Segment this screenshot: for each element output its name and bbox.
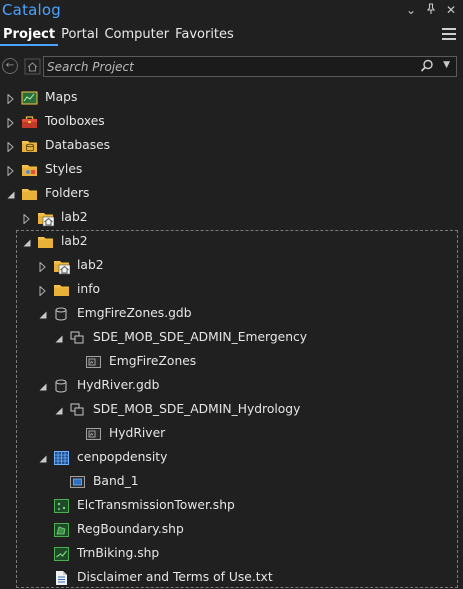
search-input[interactable] — [47, 58, 407, 75]
close-icon[interactable]: ✕ — [445, 3, 457, 18]
search-icon[interactable] — [420, 59, 434, 76]
tree-item-folders[interactable]: Folders — [0, 184, 463, 204]
collapse-arrow-icon[interactable] — [6, 189, 16, 199]
tree-item-label: TrnBiking.shp — [77, 546, 160, 560]
tree-item-label: Maps — [45, 90, 78, 104]
search-options-chevron-icon[interactable]: ▼ — [443, 60, 450, 70]
toolbox-icon — [21, 114, 38, 130]
chevron-down-icon[interactable]: ⌄ — [405, 3, 417, 18]
back-arrow-icon[interactable]: ← — [2, 58, 18, 74]
tree-item-label: lab2 — [61, 210, 88, 224]
home-icon[interactable] — [24, 58, 41, 75]
geodatabase-icon — [53, 378, 70, 394]
tree-item-label: HydRiver.gdb — [77, 378, 160, 392]
geodatabase-icon — [53, 306, 70, 322]
expand-arrow-icon[interactable] — [6, 141, 16, 152]
collapse-arrow-icon[interactable] — [22, 237, 32, 247]
databases-folder-icon — [21, 138, 38, 154]
expand-arrow-icon[interactable] — [22, 213, 32, 224]
tree-item-label: Band_1 — [93, 474, 139, 488]
tab-project[interactable]: Project — [0, 26, 59, 46]
collapse-arrow-icon[interactable] — [54, 405, 64, 415]
tree-item-label: Disclaimer and Terms of Use.txt — [77, 570, 273, 584]
tree-item-label: Databases — [45, 138, 111, 152]
expand-arrow-icon[interactable] — [6, 117, 16, 128]
tree-item-label: EmgFireZones.gdb — [77, 306, 192, 320]
tree-item-folder-lab2[interactable]: lab2 — [0, 232, 463, 252]
tree-item-emgfirezones[interactable]: EmgFireZones — [0, 352, 463, 372]
pane-title: Catalog — [2, 1, 62, 19]
raster-icon — [53, 450, 70, 466]
tree-item-styles[interactable]: Styles — [0, 160, 463, 180]
hamburger-menu-icon[interactable] — [442, 28, 456, 40]
tab-favorites[interactable]: Favorites — [172, 26, 237, 44]
tree-item-label: Toolboxes — [45, 114, 105, 128]
tree-item-label: ElcTransmissionTower.shp — [77, 498, 235, 512]
tree-item-databases[interactable]: Databases — [0, 136, 463, 156]
point-shapefile-icon — [53, 498, 70, 514]
folder-connection-icon — [37, 210, 55, 227]
tree-item-label: SDE_MOB_SDE_ADMIN_Emergency — [93, 330, 308, 344]
collapse-arrow-icon[interactable] — [38, 453, 48, 463]
tree-item-folder-connection-lab2[interactable]: lab2 — [0, 208, 463, 228]
tree-item-label: lab2 — [61, 234, 88, 248]
tree-item-hydriver[interactable]: HydRiver — [0, 424, 463, 444]
tree-item-subfolder-lab2[interactable]: lab2 — [0, 256, 463, 276]
tree-item-elctransmissiontower[interactable]: ElcTransmissionTower.shp — [0, 496, 463, 516]
collapse-arrow-icon[interactable] — [38, 309, 48, 319]
tree-item-disclaimer-txt[interactable]: Disclaimer and Terms of Use.txt — [0, 568, 463, 588]
feature-dataset-icon — [69, 330, 86, 346]
raster-band-icon — [69, 474, 86, 490]
polygon-shapefile-icon — [53, 522, 70, 538]
folder-icon — [37, 234, 54, 250]
tree-item-label: HydRiver — [109, 426, 166, 440]
tree-item-cenpopdensity[interactable]: cenpopdensity — [0, 448, 463, 468]
feature-dataset-icon — [69, 402, 86, 418]
line-shapefile-icon — [53, 546, 70, 562]
tree-item-toolboxes[interactable]: Toolboxes — [0, 112, 463, 132]
pane-window-buttons: ⌄ ✕ — [405, 3, 457, 18]
catalog-tabs: Project Portal Computer Favorites — [0, 26, 237, 46]
text-file-icon — [53, 570, 70, 586]
tree-item-label: SDE_MOB_SDE_ADMIN_Hydrology — [93, 402, 301, 416]
expand-arrow-icon[interactable] — [38, 261, 48, 272]
tree-item-band-1[interactable]: Band_1 — [0, 472, 463, 492]
tree-item-emgfirezones-gdb[interactable]: EmgFireZones.gdb — [0, 304, 463, 324]
folder-connection-icon — [53, 258, 71, 275]
search-box: ▼ — [43, 56, 457, 77]
tree-item-label: info — [77, 282, 101, 296]
feature-class-icon — [85, 426, 102, 442]
collapse-arrow-icon[interactable] — [54, 333, 64, 343]
tree-item-label: lab2 — [77, 258, 104, 272]
expand-arrow-icon[interactable] — [6, 165, 16, 176]
expand-arrow-icon[interactable] — [6, 93, 16, 104]
tree-item-maps[interactable]: Maps — [0, 88, 463, 108]
tab-portal[interactable]: Portal — [58, 26, 101, 44]
pane-titlebar: Catalog ⌄ ✕ — [0, 0, 463, 22]
tree-item-regboundary[interactable]: RegBoundary.shp — [0, 520, 463, 540]
feature-class-icon — [85, 354, 102, 370]
styles-icon — [21, 162, 38, 178]
maps-icon — [21, 90, 38, 106]
tree-item-info[interactable]: info — [0, 280, 463, 300]
tree-item-label: Folders — [45, 186, 90, 200]
folder-icon — [53, 282, 70, 298]
search-bar: ← ▼ — [0, 56, 463, 78]
tree-item-label: cenpopdensity — [77, 450, 168, 464]
tab-computer[interactable]: Computer — [101, 26, 172, 44]
tree-item-label: RegBoundary.shp — [77, 522, 184, 536]
pin-icon[interactable] — [425, 3, 437, 18]
tree-item-hydrology-dataset[interactable]: SDE_MOB_SDE_ADMIN_Hydrology — [0, 400, 463, 420]
collapse-arrow-icon[interactable] — [38, 381, 48, 391]
tree-item-hydriver-gdb[interactable]: HydRiver.gdb — [0, 376, 463, 396]
folder-icon — [21, 186, 38, 202]
expand-arrow-icon[interactable] — [38, 285, 48, 296]
tree-item-label: EmgFireZones — [109, 354, 197, 368]
tree-item-trnbiking[interactable]: TrnBiking.shp — [0, 544, 463, 564]
tree-item-label: Styles — [45, 162, 83, 176]
tree-item-emergency-dataset[interactable]: SDE_MOB_SDE_ADMIN_Emergency — [0, 328, 463, 348]
